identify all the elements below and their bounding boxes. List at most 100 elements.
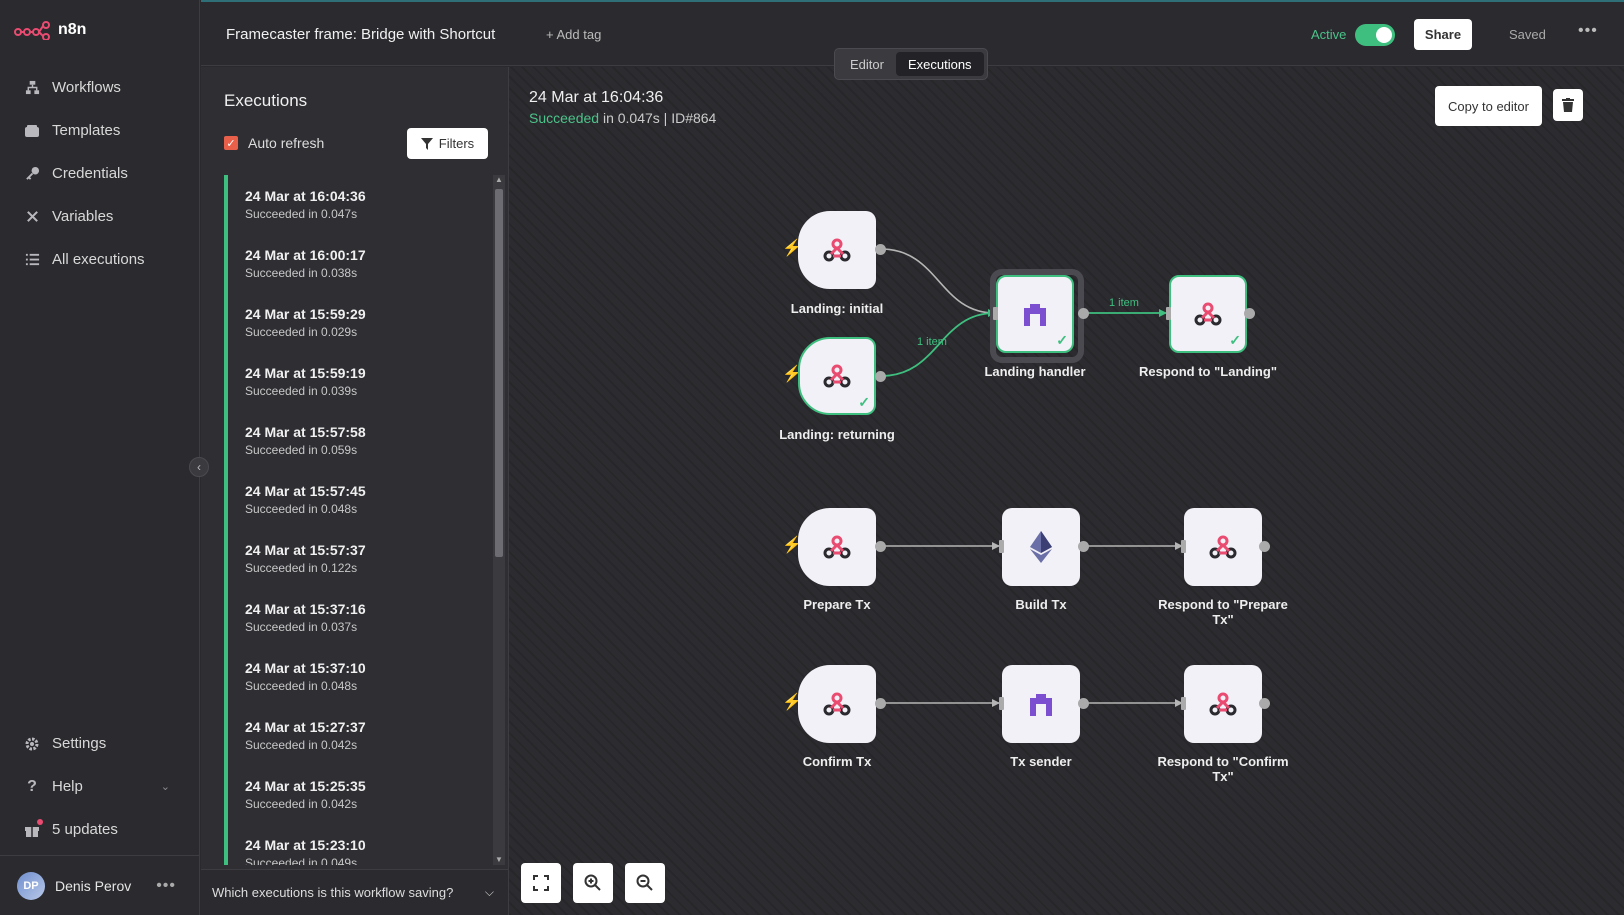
list-item[interactable]: 24 Mar at 15:37:16 Succeeded in 0.037s [224,588,488,647]
sidebar-item-settings[interactable]: Settings [0,722,200,765]
execution-status: Succeeded in 0.042s [245,738,358,752]
sidebar-item-updates[interactable]: 5 updates [0,808,200,851]
node-respond-prepare-tx[interactable] [1184,508,1262,586]
list-item[interactable]: 24 Mar at 16:04:36 Succeeded in 0.047s [224,175,488,234]
scrollbar[interactable]: ▲ ▼ [493,175,505,865]
saving-settings-accordion[interactable]: Which executions is this workflow saving… [201,869,508,915]
templates-icon [24,123,40,139]
execution-status: Succeeded in 0.049s [245,856,358,865]
execution-status: Succeeded in 0.037s [245,620,358,634]
success-check-icon: ✓ [858,394,870,410]
list-item[interactable]: 24 Mar at 16:00:17 Succeeded in 0.038s [224,234,488,293]
zoom-in-button[interactable] [573,863,613,903]
node-build-tx[interactable] [1002,508,1080,586]
execution-date: 24 Mar at 15:25:35 [245,778,366,794]
node-label: Prepare Tx [803,597,871,612]
output-port[interactable] [1078,541,1089,552]
node-respond-landing[interactable]: ✓ [1169,275,1247,353]
execution-date: 24 Mar at 15:37:10 [245,660,366,676]
node-landing-initial[interactable] [798,211,876,289]
zoom-out-button[interactable] [625,863,665,903]
scroll-up-icon[interactable]: ▲ [495,175,503,185]
output-port[interactable] [1259,541,1270,552]
output-port[interactable] [1259,698,1270,709]
user-menu[interactable]: DP Denis Perov ••• [0,855,200,915]
auto-refresh-checkbox[interactable]: ✓ Auto refresh [224,135,324,151]
output-port[interactable] [875,541,886,552]
execution-date: 24 Mar at 16:00:17 [245,247,366,263]
scroll-thumb[interactable] [495,189,503,557]
sidebar-item-variables[interactable]: Variables [0,195,200,238]
input-port[interactable] [1181,697,1186,710]
input-port[interactable] [999,697,1004,710]
output-port[interactable] [1244,308,1255,319]
more-options-icon[interactable]: ••• [156,877,176,895]
sidebar-item-label: All executions [52,251,145,268]
node-label-line: Tx" [1212,769,1234,784]
fit-view-button[interactable] [521,863,561,903]
output-port[interactable] [875,244,886,255]
more-options-icon[interactable]: ••• [1578,22,1598,40]
input-port[interactable] [1166,307,1171,320]
zoom-controls [521,863,665,903]
active-label: Active [1311,27,1347,42]
filters-button[interactable]: Filters [407,128,488,159]
app-logo[interactable]: n8n [14,20,86,40]
node-label: Landing handler [984,364,1086,379]
output-port[interactable] [875,698,886,709]
node-label-line: Respond to "Prepare [1158,597,1288,612]
list-item[interactable]: 24 Mar at 15:57:37 Succeeded in 0.122s [224,529,488,588]
execution-status: Succeeded in 0.038s [245,266,358,280]
tab-executions[interactable]: Executions [895,52,984,76]
sidebar-item-all-executions[interactable]: All executions [0,238,200,281]
active-toggle[interactable] [1355,24,1395,46]
input-port[interactable] [993,307,998,320]
input-port[interactable] [999,540,1004,553]
workflow-title[interactable]: Framecaster frame: Bridge with Shortcut [226,26,495,43]
node-landing-returning[interactable]: ✓ [798,337,876,415]
node-respond-confirm-tx[interactable] [1184,665,1262,743]
sidebar-item-workflows[interactable]: Workflows [0,66,200,109]
list-item[interactable]: 24 Mar at 15:57:45 Succeeded in 0.048s [224,470,488,529]
execution-date: 24 Mar at 15:57:58 [245,424,366,440]
sidebar-item-templates[interactable]: Templates [0,109,200,152]
sidebar-item-help[interactable]: ? Help ⌄ [0,765,200,808]
edge-item-count: 1 item [1109,297,1139,309]
saving-question: Which executions is this workflow saving… [212,885,454,900]
node-tx-sender[interactable] [1002,665,1080,743]
list-item[interactable]: 24 Mar at 15:25:35 Succeeded in 0.042s [224,765,488,824]
input-port[interactable] [1181,540,1186,553]
ethereum-icon [1030,531,1052,563]
merge-icon [1030,694,1052,716]
list-item[interactable]: 24 Mar at 15:23:10 Succeeded in 0.049s [224,824,488,865]
output-port[interactable] [1078,698,1089,709]
checkbox-checked-icon[interactable]: ✓ [224,136,238,150]
list-item[interactable]: 24 Mar at 15:37:10 Succeeded in 0.048s [224,647,488,706]
node-landing-handler[interactable]: ✓ [996,275,1074,353]
scroll-down-icon[interactable]: ▼ [495,855,503,865]
workflow-canvas[interactable]: 24 Mar at 16:04:36 Succeeded in 0.047s |… [509,67,1624,915]
output-port[interactable] [875,371,886,382]
webhook-icon [1209,535,1237,559]
list-item[interactable]: 24 Mar at 15:57:58 Succeeded in 0.059s [224,411,488,470]
share-button[interactable]: Share [1414,19,1472,50]
webhook-icon [823,238,851,262]
zoom-out-icon [636,874,653,891]
gift-icon [24,818,43,838]
sidebar-item-credentials[interactable]: Credentials [0,152,200,195]
list-item[interactable]: 24 Mar at 15:59:19 Succeeded in 0.039s [224,352,488,411]
avatar: DP [17,871,45,900]
output-port[interactable] [1078,308,1089,319]
list-item[interactable]: 24 Mar at 15:27:37 Succeeded in 0.042s [224,706,488,765]
fullscreen-icon [533,875,549,891]
collapse-sidebar-button[interactable]: ‹ [189,457,209,477]
workflows-icon [24,80,40,96]
list-item[interactable]: 24 Mar at 15:59:29 Succeeded in 0.029s [224,293,488,352]
node-confirm-tx[interactable] [798,665,876,743]
node-prepare-tx[interactable] [798,508,876,586]
tab-editor[interactable]: Editor [838,52,896,76]
webhook-icon [823,692,851,716]
add-tag-button[interactable]: + Add tag [546,27,601,42]
node-label: Landing: returning [779,427,895,442]
node-label: Respond to "Confirm Tx" [1143,754,1303,784]
